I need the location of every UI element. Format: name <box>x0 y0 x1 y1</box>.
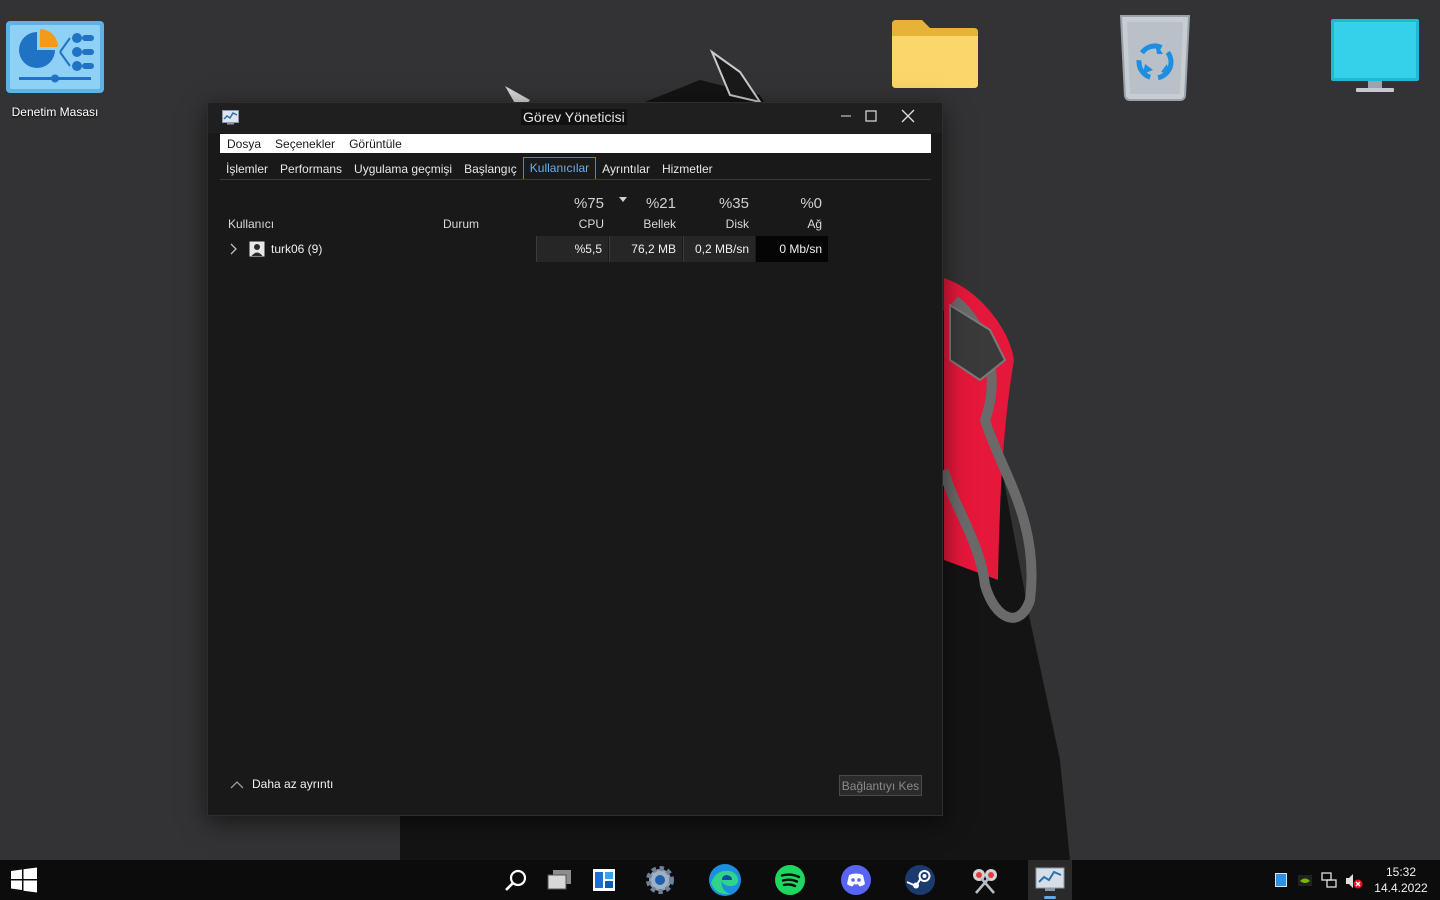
task-manager-app-icon <box>222 110 239 125</box>
column-header-status[interactable]: Durum <box>443 217 479 231</box>
taskbar-settings[interactable] <box>638 860 682 900</box>
memory-total-percent: %21 <box>645 195 676 212</box>
task-manager-icon <box>1035 867 1065 891</box>
tab-performance[interactable]: Performans <box>274 158 348 180</box>
chevron-right-icon[interactable] <box>229 243 237 255</box>
cell-network: 0 Mb/sn <box>756 236 828 262</box>
taskbar: 15:32 14.4.2022 <box>0 860 1440 900</box>
steam-icon <box>905 865 935 895</box>
menu-bar: Dosya Seçenekler Görüntüle <box>220 134 931 153</box>
tray-app-icon[interactable] <box>1275 873 1287 887</box>
tab-services[interactable]: Hizmetler <box>656 158 719 180</box>
disk-total-percent: %35 <box>718 195 749 212</box>
windows-logo-icon <box>11 867 37 893</box>
tab-users[interactable]: Kullanıcılar <box>522 157 597 180</box>
column-header-disk[interactable]: Disk <box>699 217 749 231</box>
edge-browser-icon <box>709 864 741 896</box>
column-header-memory[interactable]: Bellek <box>626 217 676 231</box>
menu-options[interactable]: Seçenekler <box>268 137 342 151</box>
fewer-details-label: Daha az ayrıntı <box>252 777 334 791</box>
desktop-icon-control-panel[interactable]: Denetim Masası <box>4 20 106 119</box>
spotify-icon <box>775 865 805 895</box>
control-panel-icon <box>6 21 104 93</box>
taskbar-widgets[interactable] <box>582 860 626 900</box>
network-total-percent: %0 <box>800 195 822 212</box>
column-header-user[interactable]: Kullanıcı <box>228 217 274 231</box>
disconnect-button[interactable]: Bağlantıyı Kes <box>839 775 922 796</box>
taskbar-search[interactable] <box>494 860 538 900</box>
clock-time: 15:32 <box>1385 865 1417 879</box>
nvidia-icon[interactable] <box>1298 875 1312 886</box>
user-icon <box>249 241 265 257</box>
cell-memory: 76,2 MB <box>609 236 682 262</box>
tab-divider <box>220 179 931 180</box>
taskbar-spotify[interactable] <box>768 860 812 900</box>
cell-disk: 0,2 MB/sn <box>683 236 755 262</box>
desktop-icon-recycle-bin[interactable] <box>1117 12 1193 107</box>
taskbar-discord[interactable] <box>834 860 878 900</box>
gear-icon <box>646 866 674 894</box>
task-manager-window: Görev Yöneticisi Dosya Seçenekler Görünt… <box>207 102 943 816</box>
user-name: turk06 (9) <box>271 242 323 256</box>
system-clock[interactable]: 15:32 14.4.2022 <box>1370 864 1432 896</box>
widgets-icon <box>593 869 615 891</box>
tab-processes[interactable]: İşlemler <box>220 158 274 180</box>
tab-details[interactable]: Ayrıntılar <box>596 158 656 180</box>
monitor-icon <box>1331 19 1419 92</box>
search-icon <box>505 869 527 891</box>
taskbar-edge[interactable] <box>703 860 747 900</box>
tab-app-history[interactable]: Uygulama geçmişi <box>348 158 458 180</box>
close-icon <box>901 109 915 123</box>
recycle-bin-icon <box>1119 15 1191 101</box>
desktop-icon-folder[interactable] <box>890 18 980 95</box>
close-button[interactable] <box>890 103 926 129</box>
clock-date: 14.4.2022 <box>1374 881 1428 895</box>
taskbar-task-manager[interactable] <box>1028 860 1072 900</box>
window-title: Görev Yöneticisi <box>521 109 627 125</box>
column-header-cpu[interactable]: CPU <box>554 217 604 231</box>
fewer-details-link[interactable]: Daha az ayrıntı <box>230 777 333 791</box>
desktop-icon-this-pc[interactable] <box>1330 18 1420 99</box>
cpu-total-percent: %75 <box>573 195 604 212</box>
menu-file[interactable]: Dosya <box>220 137 268 151</box>
active-app-indicator <box>1044 896 1056 899</box>
folder-icon <box>892 20 978 88</box>
tab-startup[interactable]: Başlangıç <box>458 158 523 180</box>
title-bar[interactable]: Görev Yöneticisi <box>208 103 942 133</box>
discord-icon <box>841 865 871 895</box>
cell-cpu: %5,5 <box>536 236 608 262</box>
network-icon[interactable] <box>1321 872 1337 888</box>
taskbar-snipping-tool[interactable] <box>963 860 1007 900</box>
column-header-network[interactable]: Ağ <box>772 217 822 231</box>
minimize-icon <box>841 115 851 117</box>
chevron-up-icon <box>230 780 244 788</box>
menu-view[interactable]: Görüntüle <box>342 137 409 151</box>
scissors-icon <box>973 869 997 894</box>
maximize-button[interactable] <box>853 103 889 129</box>
task-view-icon <box>547 870 571 890</box>
volume-muted-icon[interactable] <box>1345 873 1363 889</box>
taskbar-steam[interactable] <box>898 860 942 900</box>
desktop-icon-label: Denetim Masası <box>11 105 99 119</box>
start-button[interactable] <box>2 860 46 900</box>
tab-strip: İşlemler Performans Uygulama geçmişi Baş… <box>220 156 719 180</box>
taskbar-task-view[interactable] <box>538 860 582 900</box>
maximize-icon <box>865 110 877 122</box>
